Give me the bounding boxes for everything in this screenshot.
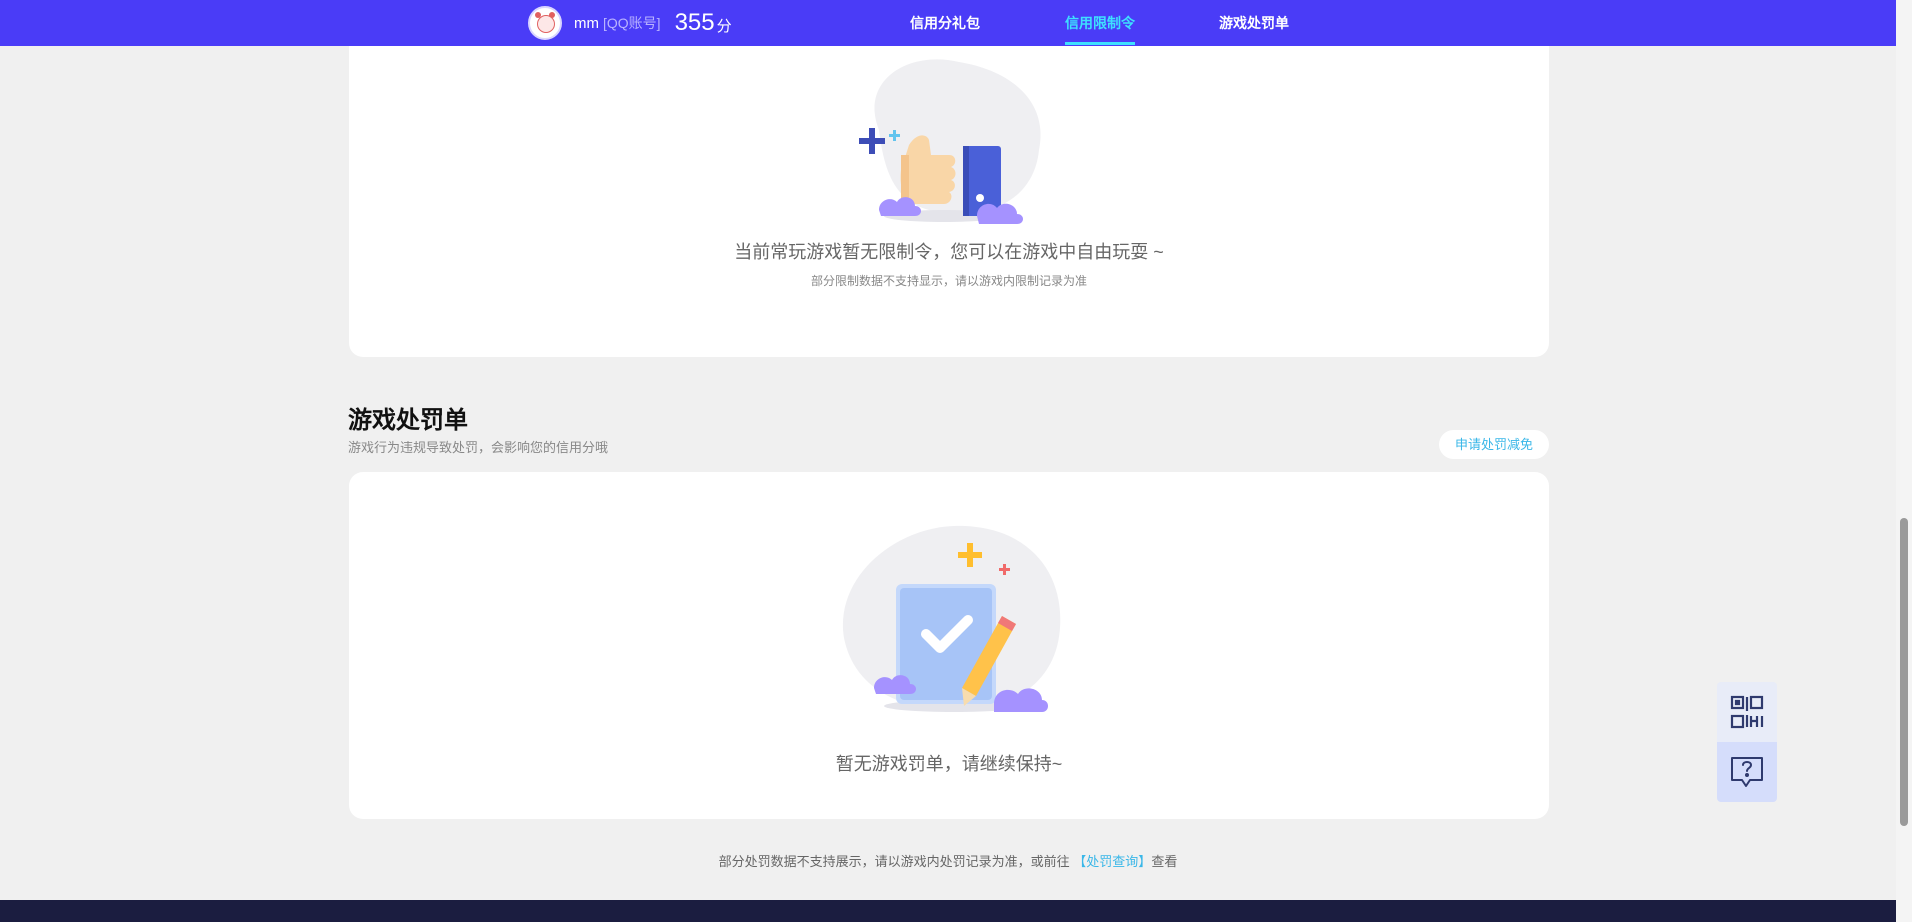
- avatar[interactable]: [528, 6, 562, 40]
- page-scrollbar-thumb[interactable]: [1900, 518, 1908, 826]
- penalty-empty-message: 暂无游戏罚单，请继续保持~: [835, 754, 1063, 774]
- penalty-query-link[interactable]: 【处罚查询】: [1073, 854, 1151, 869]
- restriction-card: 当前常玩游戏暂无限制令，您可以在游戏中自由玩耍 ~ 部分限制数据不支持显示，请以…: [349, 0, 1549, 357]
- nav-tab-game-penalty[interactable]: 游戏处罚单: [1219, 13, 1289, 33]
- footer-note-suffix: 查看: [1151, 854, 1178, 869]
- score-unit: 分: [716, 17, 732, 35]
- thumbs-up-illustration: [859, 59, 1041, 224]
- top-nav-bar: mm [QQ账号] 355 分 信用分礼包 信用限制令 游戏处罚单: [0, 0, 1896, 46]
- penalty-card: 暂无游戏罚单，请继续保持~: [349, 472, 1549, 819]
- username: mm: [574, 14, 599, 32]
- help-button[interactable]: [1717, 742, 1777, 802]
- nav-tab-credit-restriction[interactable]: 信用限制令: [1065, 13, 1135, 33]
- restriction-note: 部分限制数据不支持显示，请以游戏内限制记录为准: [810, 274, 1087, 288]
- credit-score: 355: [674, 9, 715, 36]
- page-footer-bar: [0, 900, 1896, 922]
- restriction-empty-message: 当前常玩游戏暂无限制令，您可以在游戏中自由玩耍 ~: [734, 242, 1164, 262]
- nav-tab-credit-gift[interactable]: 信用分礼包: [910, 13, 980, 33]
- footer-note: 部分处罚数据不支持展示，请以游戏内处罚记录为准，或前往 【处罚查询】查看: [0, 851, 1896, 870]
- check-document-illustration: [842, 525, 1061, 712]
- footer-note-text: 部分处罚数据不支持展示，请以游戏内处罚记录为准，或前往: [718, 854, 1070, 869]
- qr-code-icon: [1730, 695, 1764, 729]
- apply-penalty-reduction-button[interactable]: 申请处罚减免: [1439, 430, 1549, 459]
- floating-toolbar: [1717, 682, 1777, 802]
- section-title-penalties: 游戏处罚单: [348, 407, 468, 434]
- user-info: mm [QQ账号] 355 分: [528, 5, 732, 41]
- qr-code-button[interactable]: [1717, 682, 1777, 742]
- help-chat-icon: [1731, 757, 1763, 787]
- section-description-penalties: 游戏行为违规导致处罚，会影响您的信用分哦: [348, 440, 609, 455]
- active-tab-indicator: [1065, 42, 1135, 45]
- account-type: [QQ账号]: [603, 15, 661, 31]
